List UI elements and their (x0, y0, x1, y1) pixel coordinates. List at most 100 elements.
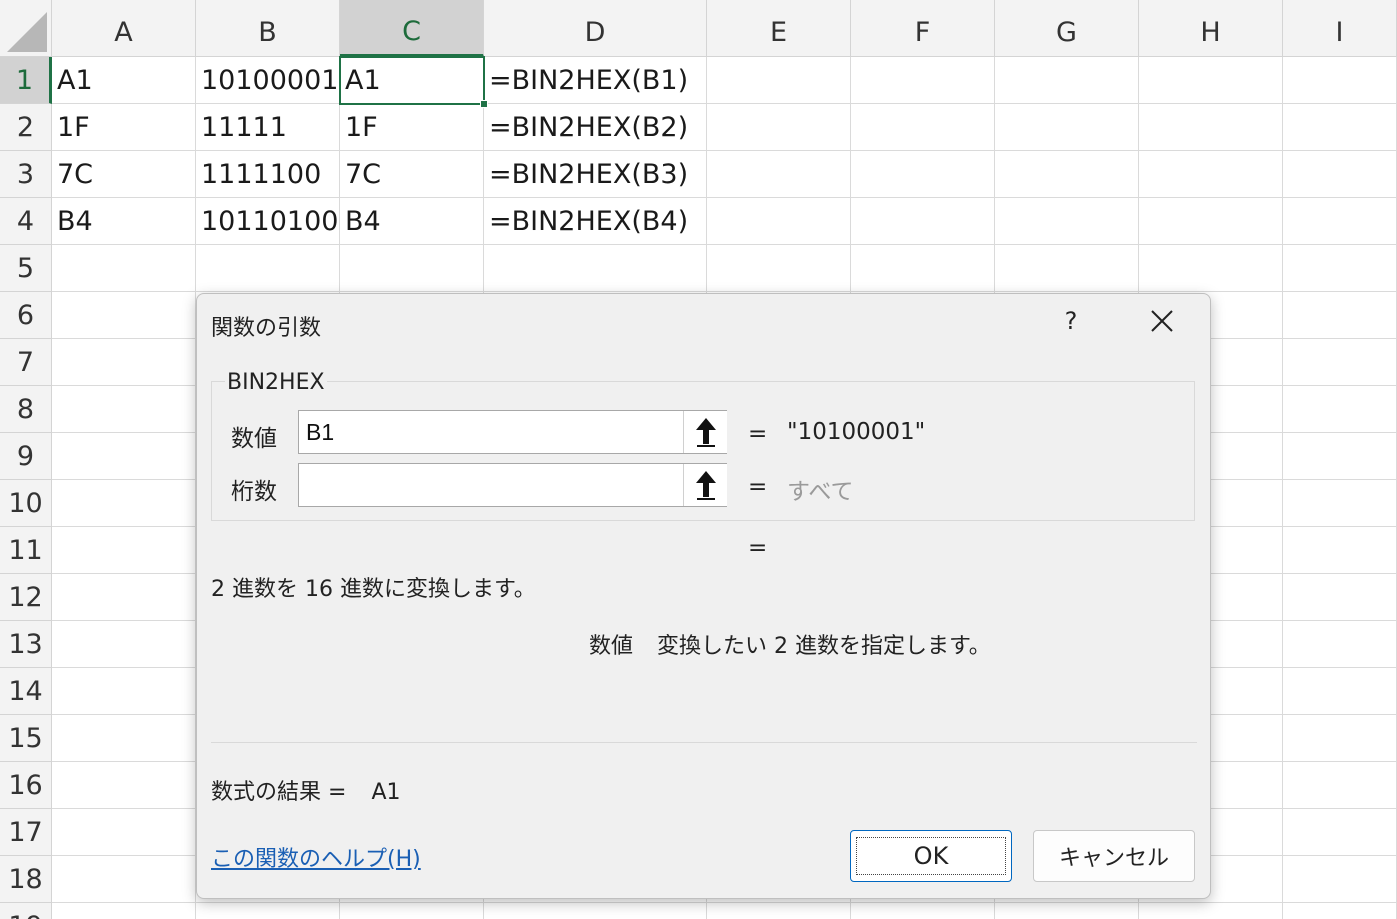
column-header-f[interactable]: F (851, 0, 995, 57)
row-header-14[interactable]: 14 (0, 668, 52, 715)
row-header-9[interactable]: 9 (0, 433, 52, 480)
cell-i18[interactable] (1283, 856, 1397, 903)
cell-a10[interactable] (52, 480, 196, 527)
row-header-8[interactable]: 8 (0, 386, 52, 433)
cell-e5[interactable] (707, 245, 851, 292)
row-header-3[interactable]: 3 (0, 151, 52, 198)
cell-a6[interactable] (52, 292, 196, 339)
row-header-1[interactable]: 1 (0, 57, 52, 104)
cell-a7[interactable] (52, 339, 196, 386)
cell-d3[interactable]: =BIN2HEX(B3) (484, 151, 707, 198)
places-input[interactable] (298, 463, 727, 507)
cell-h5[interactable] (1139, 245, 1283, 292)
cell-c19[interactable] (340, 903, 484, 919)
cell-b19[interactable] (196, 903, 340, 919)
row-header-6[interactable]: 6 (0, 292, 52, 339)
row-header-2[interactable]: 2 (0, 104, 52, 151)
row-header-4[interactable]: 4 (0, 198, 52, 245)
cell-d5[interactable] (484, 245, 707, 292)
row-header-12[interactable]: 12 (0, 574, 52, 621)
cell-i13[interactable] (1283, 621, 1397, 668)
cell-a1[interactable]: A1 (52, 57, 196, 104)
cell-c3[interactable]: 7C (340, 151, 484, 198)
function-help-link[interactable]: この関数のヘルプ(H) (211, 841, 421, 873)
cell-i7[interactable] (1283, 339, 1397, 386)
select-all-corner[interactable] (0, 0, 52, 57)
cell-f2[interactable] (851, 104, 995, 151)
row-header-5[interactable]: 5 (0, 245, 52, 292)
number-input[interactable] (298, 410, 727, 454)
cell-a15[interactable] (52, 715, 196, 762)
cell-e4[interactable] (707, 198, 851, 245)
cell-i17[interactable] (1283, 809, 1397, 856)
cell-a5[interactable] (52, 245, 196, 292)
cell-c5[interactable] (340, 245, 484, 292)
cell-d19[interactable] (484, 903, 707, 919)
cell-h2[interactable] (1139, 104, 1283, 151)
row-header-7[interactable]: 7 (0, 339, 52, 386)
cell-i11[interactable] (1283, 527, 1397, 574)
cell-a8[interactable] (52, 386, 196, 433)
row-header-17[interactable]: 17 (0, 809, 52, 856)
column-header-d[interactable]: D (484, 0, 707, 57)
cell-c4[interactable]: B4 (340, 198, 484, 245)
row-header-10[interactable]: 10 (0, 480, 52, 527)
cell-a11[interactable] (52, 527, 196, 574)
cell-d2[interactable]: =BIN2HEX(B2) (484, 104, 707, 151)
column-header-b[interactable]: B (196, 0, 340, 57)
cell-e19[interactable] (707, 903, 851, 919)
cell-f1[interactable] (851, 57, 995, 104)
cell-i9[interactable] (1283, 433, 1397, 480)
cell-i2[interactable] (1283, 104, 1397, 151)
cell-g19[interactable] (995, 903, 1139, 919)
cell-a14[interactable] (52, 668, 196, 715)
cell-a16[interactable] (52, 762, 196, 809)
cell-a19[interactable] (52, 903, 196, 919)
cell-a2[interactable]: 1F (52, 104, 196, 151)
cell-b3[interactable]: 1111100 (196, 151, 340, 198)
column-header-g[interactable]: G (995, 0, 1139, 57)
cell-b1[interactable]: 10100001 (196, 57, 340, 104)
cell-i1[interactable] (1283, 57, 1397, 104)
row-header-13[interactable]: 13 (0, 621, 52, 668)
cell-i14[interactable] (1283, 668, 1397, 715)
cell-h4[interactable] (1139, 198, 1283, 245)
cell-a3[interactable]: 7C (52, 151, 196, 198)
cell-g2[interactable] (995, 104, 1139, 151)
cell-a4[interactable]: B4 (52, 198, 196, 245)
cell-i10[interactable] (1283, 480, 1397, 527)
cell-i8[interactable] (1283, 386, 1397, 433)
column-header-c[interactable]: C (340, 0, 484, 57)
cell-e2[interactable] (707, 104, 851, 151)
cell-i6[interactable] (1283, 292, 1397, 339)
cell-a18[interactable] (52, 856, 196, 903)
cell-g3[interactable] (995, 151, 1139, 198)
cell-g5[interactable] (995, 245, 1139, 292)
cell-h19[interactable] (1139, 903, 1283, 919)
cell-f4[interactable] (851, 198, 995, 245)
column-header-i[interactable]: I (1283, 0, 1397, 57)
cell-e1[interactable] (707, 57, 851, 104)
cell-b5[interactable] (196, 245, 340, 292)
cell-f19[interactable] (851, 903, 995, 919)
cell-a9[interactable] (52, 433, 196, 480)
cell-a13[interactable] (52, 621, 196, 668)
column-header-h[interactable]: H (1139, 0, 1283, 57)
cell-g1[interactable] (995, 57, 1139, 104)
dialog-help-button[interactable]: ? (1059, 306, 1083, 336)
cell-d1[interactable]: =BIN2HEX(B1) (484, 57, 707, 104)
row-header-18[interactable]: 18 (0, 856, 52, 903)
cell-i3[interactable] (1283, 151, 1397, 198)
cell-b4[interactable]: 10110100 (196, 198, 340, 245)
collapse-dialog-button-number[interactable] (683, 411, 727, 453)
cell-i4[interactable] (1283, 198, 1397, 245)
cell-a17[interactable] (52, 809, 196, 856)
cell-f5[interactable] (851, 245, 995, 292)
row-header-16[interactable]: 16 (0, 762, 52, 809)
cell-h1[interactable] (1139, 57, 1283, 104)
row-header-19[interactable]: 19 (0, 903, 52, 919)
cell-c2[interactable]: 1F (340, 104, 484, 151)
row-header-15[interactable]: 15 (0, 715, 52, 762)
column-header-a[interactable]: A (52, 0, 196, 57)
cell-g4[interactable] (995, 198, 1139, 245)
